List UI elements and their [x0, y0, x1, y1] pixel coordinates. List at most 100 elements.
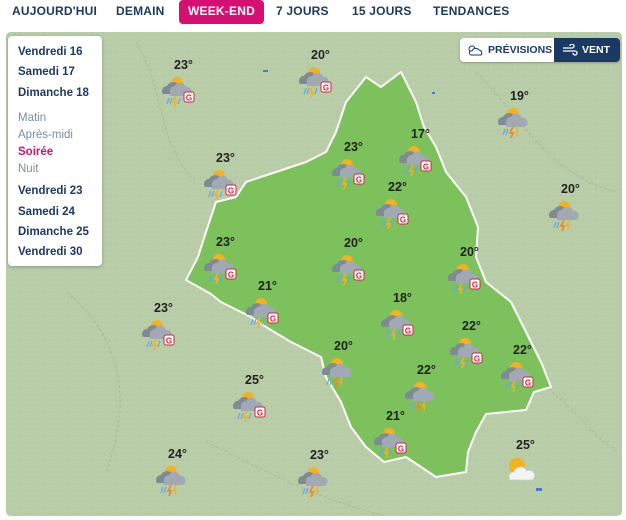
marker-temperature: 23° [344, 140, 363, 154]
sun-cloud-storm-icon [498, 108, 528, 139]
storm-hail-icon: G [299, 67, 332, 98]
day-item-samedi-24[interactable]: Samedi 24 [18, 206, 75, 218]
sun-cloud-storm-icon [298, 467, 328, 498]
weather-marker[interactable]: 23° G [160, 58, 204, 108]
tab-tendances[interactable]: TENDANCES [433, 0, 509, 24]
previsions-button[interactable]: PRÉVISIONS [466, 38, 554, 62]
storm-hail-icon: G [142, 320, 175, 351]
marker-temperature: 20° [311, 48, 330, 62]
marker-temperature: 23° [174, 58, 193, 72]
day-item-dimanche-18[interactable]: Dimanche 18 [18, 87, 89, 99]
marker-temperature: 18° [393, 291, 412, 305]
svg-text:G: G [166, 337, 172, 346]
weather-marker[interactable]: 20° [547, 182, 591, 232]
weather-marker[interactable]: 20° G [330, 236, 374, 286]
marker-temperature: 20° [561, 182, 580, 196]
storm-hail-icon: G [399, 146, 432, 177]
marker-temperature: 17° [411, 127, 430, 141]
day-item-samedi-17[interactable]: Samedi 17 [18, 66, 75, 78]
storm-hail-icon: G [204, 170, 237, 201]
tab-15-jours[interactable]: 15 JOURS [352, 0, 412, 24]
period-apres-midi[interactable]: Après-midi [18, 129, 73, 141]
storm-hail-icon: G [381, 310, 414, 341]
period-nuit[interactable]: Nuit [18, 163, 38, 175]
storm-hail-icon: G [162, 77, 195, 108]
storm-hail-icon: G [448, 264, 481, 295]
marker-temperature: 22° [462, 319, 481, 333]
weather-marker[interactable]: 23° G [140, 301, 184, 351]
day-selector-panel: Vendredi 16 Samedi 17 Dimanche 18 Matin … [8, 36, 102, 266]
marker-temperature: 23° [216, 151, 235, 165]
weather-marker[interactable]: 22° G [374, 180, 418, 230]
weather-marker[interactable]: 22° G [499, 343, 543, 393]
storm-hail-icon: G [246, 298, 279, 329]
weather-marker[interactable]: 23° G [330, 140, 374, 190]
marker-temperature: 23° [310, 448, 329, 462]
day-item-vendredi-23[interactable]: Vendredi 23 [18, 185, 83, 197]
weather-marker[interactable]: 23° G [202, 235, 246, 285]
weather-marker[interactable]: 20° G [446, 245, 490, 295]
storm-hail-icon: G [374, 428, 407, 459]
marker-temperature: 23° [216, 235, 235, 249]
weather-marker[interactable]: 24° [154, 447, 198, 497]
marker-temperature: 21° [386, 409, 405, 423]
sun-cloud-storm-icon [322, 358, 352, 389]
storm-hail-icon: G [233, 392, 266, 423]
day-item-dimanche-25[interactable]: Dimanche 25 [18, 226, 89, 238]
vent-label: VENT [582, 44, 611, 56]
svg-text:G: G [356, 272, 362, 281]
marker-temperature: 22° [417, 363, 436, 377]
weather-marker[interactable]: 25° G [231, 373, 275, 423]
storm-hail-icon: G [204, 254, 237, 285]
sun-cloud-storm-icon [549, 201, 579, 232]
wind-icon [563, 44, 578, 56]
svg-text:G: G [228, 187, 234, 196]
svg-text:G: G [228, 271, 234, 280]
weather-marker[interactable]: 23° G [202, 151, 246, 201]
storm-hail-icon: G [501, 362, 534, 393]
marker-temperature: 20° [334, 339, 353, 353]
svg-text:G: G [270, 315, 276, 324]
marker-temperature: 24° [168, 447, 187, 461]
view-toggle: PRÉVISIONS VENT [460, 38, 620, 62]
day-item-vendredi-30[interactable]: Vendredi 30 [18, 246, 83, 258]
marker-temperature: 22° [388, 180, 407, 194]
weather-marker[interactable]: 19° [496, 89, 540, 139]
weather-marker[interactable]: 22° G [448, 319, 492, 369]
weather-marker[interactable]: 18° G [379, 291, 423, 341]
marker-temperature: 22° [513, 343, 532, 357]
marker-temperature: 20° [460, 245, 479, 259]
sun-cloud-storm-icon [405, 382, 435, 413]
weather-marker[interactable]: 20° [320, 339, 364, 389]
marker-temperature: 19° [510, 89, 529, 103]
svg-text:G: G [400, 216, 406, 225]
weather-marker[interactable]: 21° G [372, 409, 416, 459]
storm-hail-icon: G [450, 338, 483, 369]
marker-temperature: 25° [245, 373, 264, 387]
tab-aujourdhui[interactable]: AUJOURD'HUI [12, 0, 97, 24]
period-matin[interactable]: Matin [18, 112, 46, 124]
period-soiree[interactable]: Soirée [18, 146, 53, 158]
storm-hail-icon: G [376, 199, 409, 230]
marker-temperature: 23° [154, 301, 173, 315]
tab-demain[interactable]: DEMAIN [116, 0, 165, 24]
weather-marker[interactable]: 25° [502, 438, 546, 488]
sun-cloud-icon [508, 458, 536, 481]
weather-marker[interactable]: 22° [403, 363, 447, 413]
weather-marker[interactable]: 17° G [397, 127, 441, 177]
storm-hail-icon: G [332, 159, 365, 190]
svg-text:G: G [398, 445, 404, 454]
vent-button[interactable]: VENT [554, 38, 620, 62]
day-item-vendredi-16[interactable]: Vendredi 16 [18, 46, 83, 58]
weather-marker[interactable]: 20° G [297, 48, 341, 98]
weather-marker[interactable]: 23° [296, 448, 340, 498]
tab-7-jours[interactable]: 7 JOURS [276, 0, 329, 24]
sun-cloud-storm-icon [156, 466, 186, 497]
tab-week-end[interactable]: WEEK-END [179, 0, 264, 24]
period-tabs: AUJOURD'HUI DEMAIN WEEK-END 7 JOURS 15 J… [0, 0, 626, 30]
svg-text:G: G [257, 409, 263, 418]
svg-text:G: G [323, 84, 329, 93]
svg-text:G: G [525, 379, 531, 388]
svg-text:G: G [472, 281, 478, 290]
weather-marker[interactable]: 21° G [244, 279, 288, 329]
